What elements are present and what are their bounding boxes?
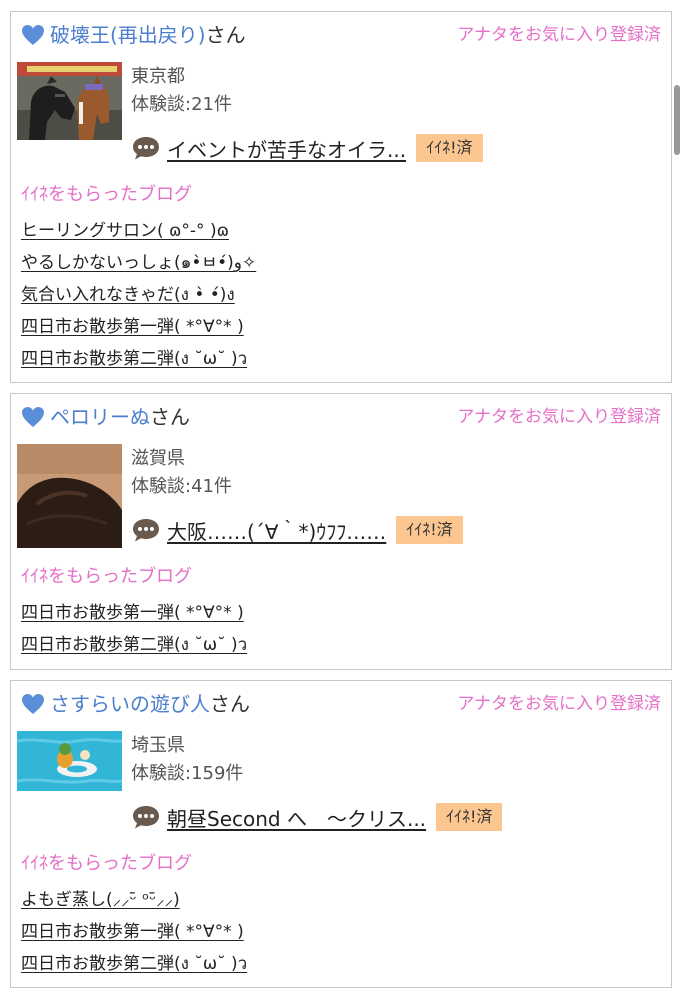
scrollbar-thumb[interactable] [674, 85, 680, 155]
user-card: ペロリーぬさん アナタをお気に入り登録済 滋賀県 体験談:41件 大阪……(´∀… [10, 393, 672, 670]
pool-toy-photo-icon [17, 731, 122, 791]
experience-count: 体験談:159件 [131, 763, 244, 784]
hair-selfie-photo-icon [17, 444, 122, 548]
speech-bubble-icon [133, 519, 159, 542]
prefecture: 東京都 [131, 66, 185, 87]
blog-link[interactable]: 四日市お散歩第一弾( *°∀°* ) [21, 600, 244, 626]
user-name-link[interactable]: 破壊王(再出戻り) [50, 23, 206, 47]
latest-post-row: 大阪……(´∀｀*)ｳﾌﾌ…… ｲｲﾈ!済 [131, 512, 463, 548]
speech-bubble-icon [133, 137, 159, 160]
user-name-link[interactable]: ペロリーぬ [50, 405, 150, 429]
liked-blogs-heading: ｲｲﾈをもらったブログ [21, 184, 192, 205]
iine-status-badge: ｲｲﾈ!済 [436, 803, 503, 831]
blog-link[interactable]: 四日市お散歩第一弾( *°∀°* ) [21, 919, 244, 945]
san-suffix: さん [150, 405, 190, 429]
liked-blogs-heading: ｲｲﾈをもらったブログ [21, 853, 192, 874]
heart-icon[interactable] [21, 693, 45, 715]
iine-status-badge: ｲｲﾈ!済 [416, 134, 483, 162]
avatar[interactable] [17, 731, 122, 791]
blog-link[interactable]: 四日市お散歩第一弾( *°∀°* ) [21, 314, 244, 340]
heart-icon[interactable] [21, 24, 45, 46]
fav-status-link[interactable]: アナタをお気に入り登録済 [457, 402, 661, 432]
blog-link[interactable]: 四日市お散歩第二弾(ง ˘ω˘ )ว [21, 632, 247, 658]
user-card: さすらいの遊び人さん アナタをお気に入り登録済 埼玉県 体験談:159件 朝昼S… [10, 680, 672, 988]
user-name-line: ペロリーぬさん [50, 402, 190, 432]
fav-status-link[interactable]: アナタをお気に入り登録済 [457, 689, 661, 719]
avatar[interactable] [17, 444, 122, 548]
latest-post-link[interactable]: イベントが苦手なオイラ... [167, 134, 406, 163]
prefecture: 滋賀県 [131, 448, 185, 469]
avatar[interactable] [17, 62, 122, 140]
latest-post-link[interactable]: 朝昼Second へ ～クリス... [167, 803, 426, 832]
user-card: 破壊王(再出戻り)さん アナタをお気に入り登録済 東京都 体験談:21件 イベン… [10, 11, 672, 383]
liked-blogs-heading: ｲｲﾈをもらったブログ [21, 566, 192, 587]
blog-link[interactable]: よもぎ蒸し(⸝⸝ᵕ̄ ᵒᵕ̄⸝⸝) [21, 887, 180, 913]
user-name-line: 破壊王(再出戻り)さん [50, 20, 246, 50]
prefecture: 埼玉県 [131, 735, 185, 756]
blog-link[interactable]: ヒーリングサロン( ɷ°-° )ɷ [21, 218, 229, 244]
experience-count: 体験談:21件 [131, 94, 232, 115]
horses-photo-icon [17, 62, 122, 140]
speech-bubble-icon [133, 806, 159, 829]
heart-icon[interactable] [21, 406, 45, 428]
latest-post-row: イベントが苦手なオイラ... ｲｲﾈ!済 [131, 130, 483, 166]
latest-post-link[interactable]: 大阪……(´∀｀*)ｳﾌﾌ…… [167, 516, 386, 545]
iine-status-badge: ｲｲﾈ!済 [396, 516, 463, 544]
san-suffix: さん [210, 692, 250, 716]
san-suffix: さん [205, 23, 246, 47]
fav-status-link[interactable]: アナタをお気に入り登録済 [457, 20, 661, 50]
blog-link[interactable]: 気合い入れなきゃだ(ง •̀ •́)ง [21, 282, 235, 308]
blog-link[interactable]: やるしかないっしょ(๑•̀ㅂ•́)و✧ [21, 250, 256, 276]
blog-link[interactable]: 四日市お散歩第二弾(ง ˘ω˘ )ว [21, 346, 247, 372]
user-name-line: さすらいの遊び人さん [50, 689, 250, 719]
blog-link[interactable]: 四日市お散歩第二弾(ง ˘ω˘ )ว [21, 951, 247, 977]
experience-count: 体験談:41件 [131, 476, 232, 497]
user-name-link[interactable]: さすらいの遊び人 [50, 692, 210, 716]
latest-post-row: 朝昼Second へ ～クリス... ｲｲﾈ!済 [131, 799, 503, 835]
